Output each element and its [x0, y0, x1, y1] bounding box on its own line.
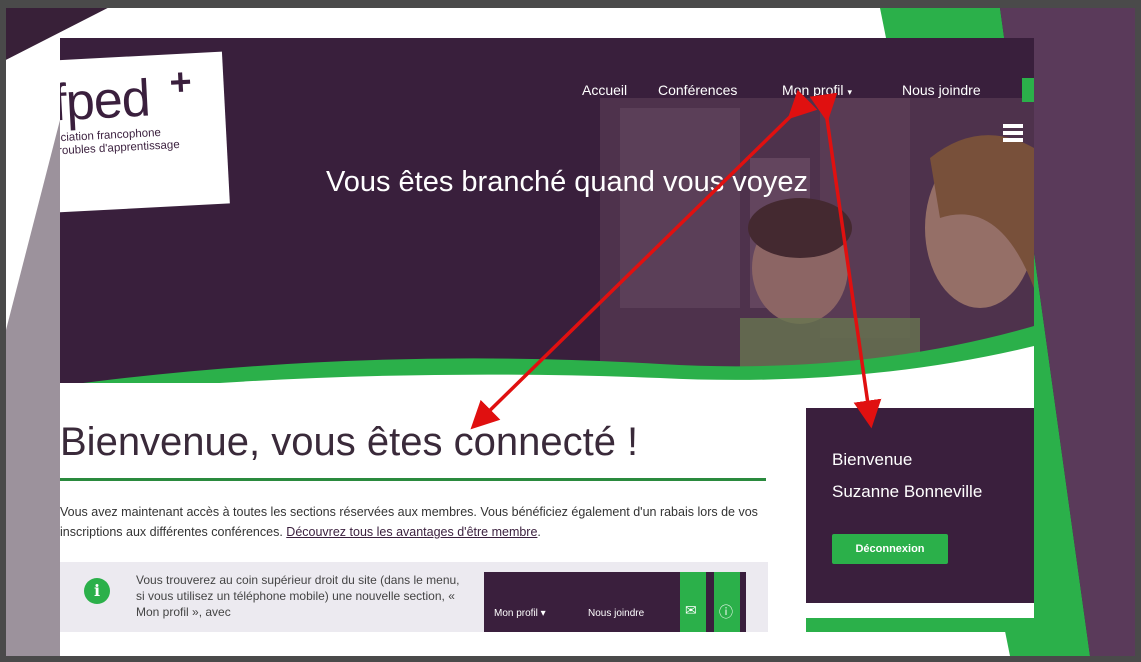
nav-item-conferences[interactable]: Conférences [658, 82, 782, 98]
hero-tagline: Vous êtes branché quand vous voyez [326, 166, 809, 198]
site-logo[interactable]: fped + ociation francophone troubles d'a… [60, 51, 230, 213]
main-nav: Accueil Conférences Mon profil ▾ Nous joi… [582, 82, 1002, 98]
mini-info-icon: ⓘ [714, 572, 740, 632]
website-screenshot: fped + ociation francophone troubles d'a… [60, 38, 1034, 632]
member-benefits-link[interactable]: Découvrez tous les avantages d'être memb… [286, 525, 537, 539]
mini-nav-profile: Mon profil ▾ [494, 608, 546, 619]
logo-name: fped [60, 69, 151, 133]
hero-bottom-curve [83, 326, 1034, 383]
nav-item-mon-profil[interactable]: Mon profil ▾ [782, 82, 902, 98]
info-text: Vous trouverez au coin supérieur droit d… [136, 573, 460, 619]
title-divider [60, 478, 766, 481]
intro-end: . [537, 525, 541, 539]
hamburger-icon[interactable] [1003, 124, 1023, 142]
page-title: Bienvenue, vous êtes connecté ! [60, 420, 639, 464]
mini-envelope-icon: ✉ [680, 572, 706, 632]
nav-item-nous-joindre[interactable]: Nous joindre [902, 82, 1002, 98]
intro-paragraph: Vous avez maintenant accès à toutes les … [60, 502, 772, 542]
slide-screenshot: fped + ociation francophone troubles d'a… [0, 0, 1141, 662]
logo-plus: + [168, 61, 193, 105]
sidebar-green-strip [806, 618, 1034, 632]
envelope-icon[interactable] [1022, 78, 1034, 102]
info-box: i Vous trouverez au coin supérieur droit… [60, 562, 768, 632]
hero-banner: fped + ociation francophone troubles d'a… [60, 38, 1034, 383]
info-icon: i [84, 578, 110, 604]
mini-nav-contact: Nous joindre [588, 608, 645, 619]
logout-button[interactable]: Déconnexion [832, 534, 948, 564]
sidebar-user-name: Suzanne Bonneville [832, 482, 983, 501]
mini-nav-preview: Mon profil ▾ Nous joindre ✉ ⓘ [484, 572, 746, 632]
sidebar-greeting: Bienvenue [832, 450, 913, 469]
nav-item-accueil[interactable]: Accueil [582, 82, 658, 98]
user-sidebar: Bienvenue Suzanne Bonneville Déconnexion [806, 408, 1034, 603]
nav-item-mon-profil-label: Mon profil [782, 82, 844, 98]
caret-down-icon: ▾ [847, 87, 852, 97]
